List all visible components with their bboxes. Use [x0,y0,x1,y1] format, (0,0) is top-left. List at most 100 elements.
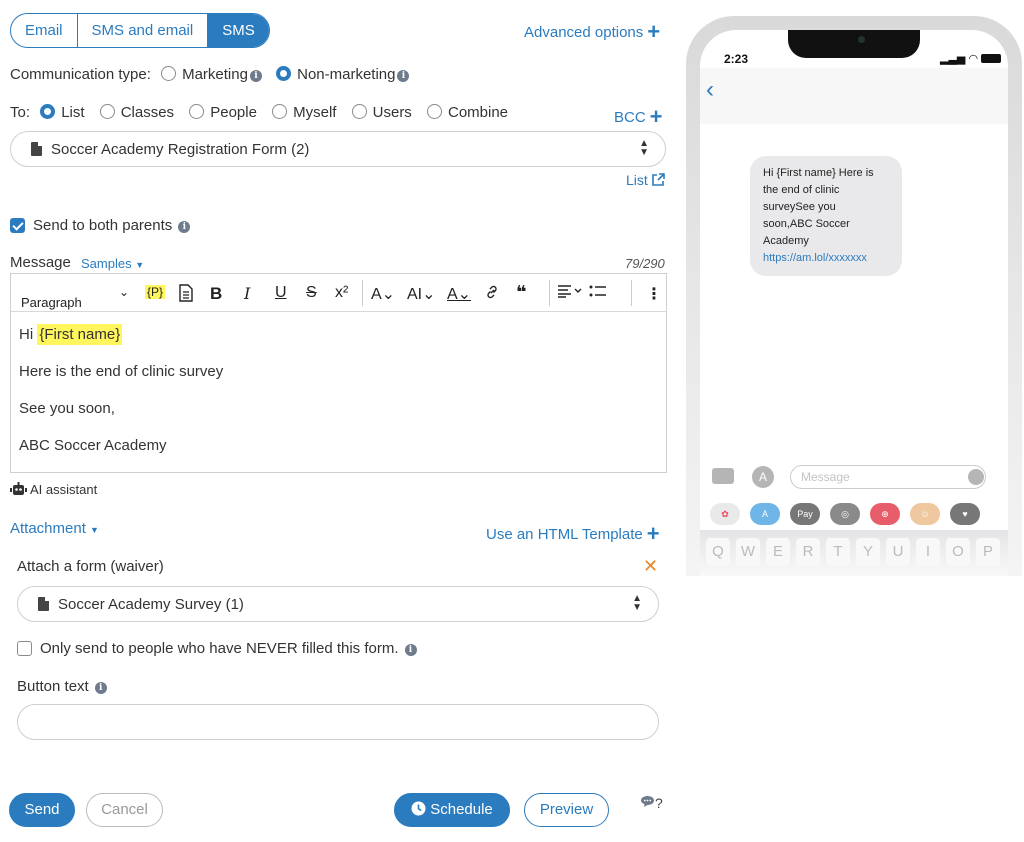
key[interactable]: Q [706,538,730,566]
radio-myself[interactable]: Myself [272,104,336,121]
key[interactable]: W [736,538,760,566]
preview-button[interactable]: Preview [524,793,609,827]
radio-people[interactable]: People [189,104,257,121]
help-button[interactable]: ? [640,795,663,811]
never-filled-label: Only send to people who have NEVER fille… [40,640,399,657]
bold-icon[interactable]: B [210,284,222,304]
list-select[interactable]: Soccer Academy Registration Form (2) ▲ ▼ [10,131,666,167]
key[interactable]: O [946,538,970,566]
tab-email[interactable]: Email [11,14,78,47]
info-icon[interactable]: i [94,682,107,694]
radio-combine[interactable]: Combine [426,104,508,121]
radio-label: Users [372,104,412,121]
search-images-icon[interactable]: ⊕ [870,503,900,525]
radio-users[interactable]: Users [351,104,412,121]
underline-icon[interactable]: U [275,284,287,302]
line-height-icon[interactable]: AI⌄ [407,284,436,304]
info-icon[interactable]: i [249,70,262,82]
apple-pay-icon[interactable]: Pay [790,503,820,525]
radio-marketing[interactable]: Marketing [161,66,248,83]
key[interactable]: U [886,538,910,566]
more-options-icon[interactable]: ⋮ [646,284,662,304]
activity-icon[interactable]: ◎ [830,503,860,525]
align-icon[interactable] [557,284,583,303]
bubble-link[interactable]: https://am.lol/xxxxxxx [763,250,889,267]
back-chevron-icon[interactable]: ‹ [706,76,714,104]
radio-list[interactable]: List [40,104,85,121]
message-line: Here is the end of clinic survey [19,363,224,380]
status-icons: ▂▃▅ ◠ [940,52,1002,65]
bcc-link[interactable]: BCC + [614,104,663,130]
html-template-link[interactable]: Use an HTML Template + [486,521,660,547]
caret-down-icon: ▼ [90,525,99,535]
send-button[interactable]: Send [9,793,75,827]
remove-form-icon[interactable]: ✕ [643,556,658,577]
toolbar-divider [631,280,632,306]
never-filled-checkbox[interactable] [17,641,32,656]
camera-button-icon[interactable] [712,468,734,484]
radio-label: Classes [120,104,175,121]
key[interactable]: P [976,538,1000,566]
form-select[interactable]: Soccer Academy Survey (1) ▲ ▼ [17,586,659,622]
phone-message-input[interactable]: Message [790,465,986,489]
font-size-icon[interactable]: A⌄ [371,284,395,304]
digital-touch-icon[interactable]: ♥ [950,503,980,525]
link-icon[interactable] [484,284,500,305]
phone-notch [788,30,920,58]
samples-dropdown[interactable]: Samples ▼ [81,256,144,271]
key[interactable]: I [916,538,940,566]
template-icon[interactable] [179,284,193,307]
attachment-dropdown[interactable]: Attachment ▼ [10,520,99,537]
text-color-icon[interactable]: A⌄ [447,284,471,304]
tab-sms-and-email[interactable]: SMS and email [78,14,209,47]
wifi-icon: ◠ [968,53,979,65]
app-store-icon[interactable]: A [752,466,774,488]
schedule-button[interactable]: Schedule [394,793,510,827]
key[interactable]: T [826,538,850,566]
never-filled-row[interactable]: Only send to people who have NEVER fille… [17,640,417,657]
advanced-options-label: Advanced options [524,24,644,41]
radio-circle [426,104,442,119]
list-external-link[interactable]: List [626,172,665,188]
superscript-icon[interactable]: x² [335,284,348,302]
app-store-tray-icon[interactable]: A [750,503,780,525]
photos-app-icon[interactable]: ✿ [710,503,740,525]
camera-icon [858,36,865,43]
mic-icon[interactable] [968,469,984,485]
italic-icon[interactable]: I [244,284,250,303]
placeholder-insert-button[interactable]: {P} [145,285,166,299]
ai-assistant-button[interactable]: AI assistant [10,482,97,497]
advanced-options-link[interactable]: Advanced options + [524,19,660,45]
strikethrough-icon[interactable]: S [306,284,317,302]
blockquote-icon[interactable]: ❝ [516,282,527,303]
key[interactable]: R [796,538,820,566]
key[interactable]: E [766,538,790,566]
tab-sms[interactable]: SMS [208,14,269,47]
info-icon[interactable]: i [178,221,191,233]
memoji-icon[interactable]: ☺ [910,503,940,525]
html-template-label: Use an HTML Template [486,526,643,543]
cancel-button[interactable]: Cancel [86,793,163,827]
radio-non-marketing[interactable]: Non-marketing [276,66,395,83]
key[interactable]: Y [856,538,880,566]
schedule-label: Schedule [430,801,493,818]
send-both-parents-row[interactable]: Send to both parents i [10,217,191,234]
message-line: ABC Soccer Academy [19,437,167,454]
send-both-parents-checkbox[interactable] [10,218,25,233]
chevron-down-icon[interactable]: ⌄ [119,285,129,299]
form-select-value: Soccer Academy Survey (1) [58,596,244,613]
plus-icon: + [647,19,661,44]
button-text-input[interactable] [17,704,659,740]
info-icon[interactable]: i [397,70,410,82]
send-both-parents-label: Send to both parents [33,217,173,234]
info-icon[interactable]: i [404,644,417,656]
radio-classes[interactable]: Classes [99,104,175,121]
bullet-list-icon[interactable] [589,284,607,303]
signal-icon: ▂▃▅ [940,53,966,65]
list-link-label: List [626,172,648,188]
char-counter: 79/290 [625,256,665,271]
editor-body[interactable]: Hi {First name} Here is the end of clini… [11,312,666,469]
phone-screen: 2:23 ▂▃▅ ◠ ‹ Hi {First name} Here is the… [700,30,1008,576]
first-name-placeholder: {First name} [37,324,123,345]
messages-header: ‹ [700,68,1008,124]
